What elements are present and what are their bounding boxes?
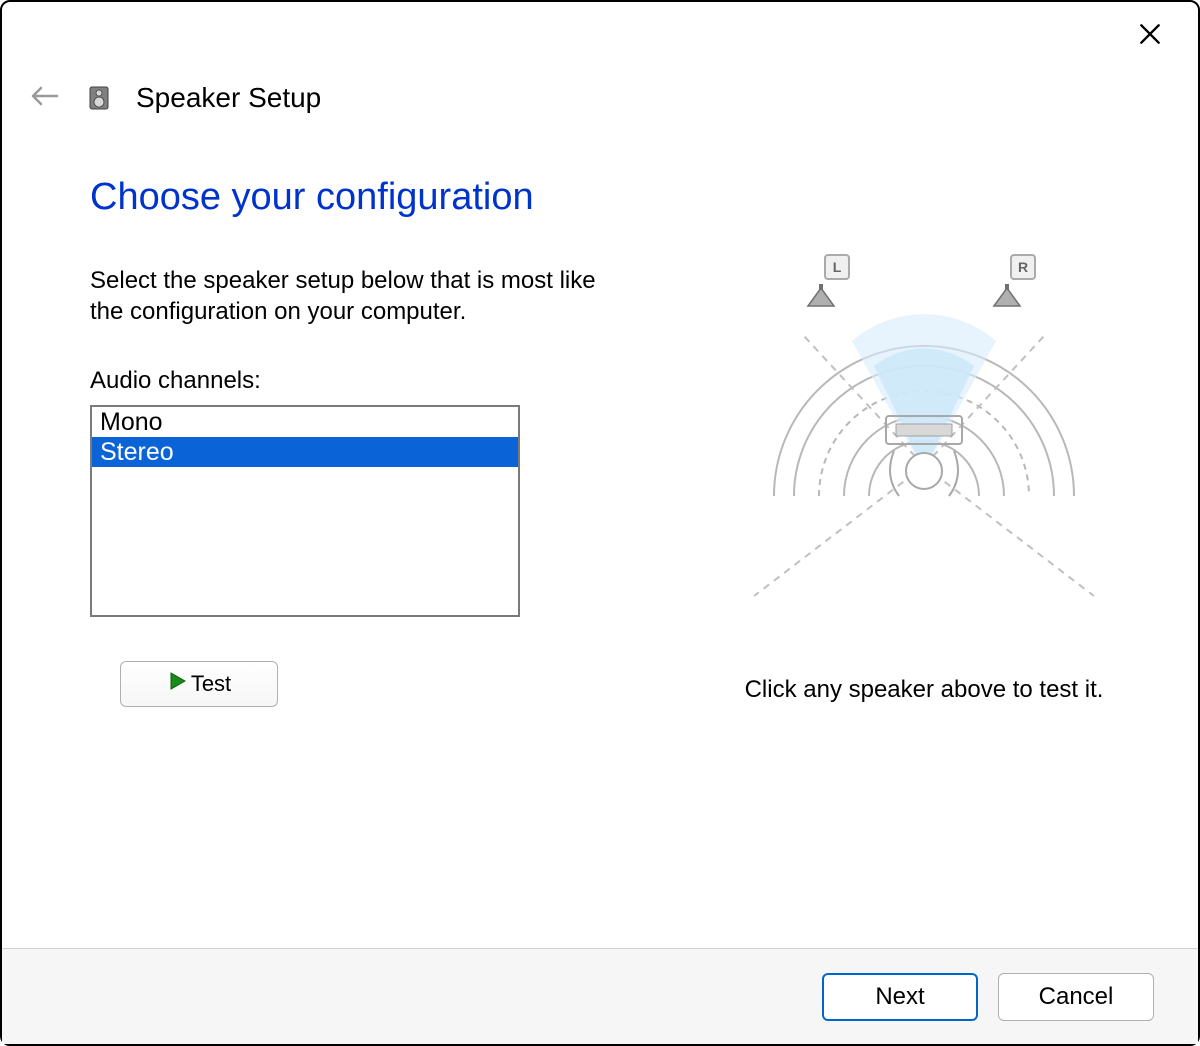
back-button[interactable] (26, 80, 62, 116)
test-button-label: Test (191, 671, 231, 697)
arrow-left-icon (29, 84, 59, 113)
wizard-title: Speaker Setup (136, 82, 321, 114)
speaker-setup-dialog: Speaker Setup Choose your configuration … (0, 0, 1200, 1046)
page-heading: Choose your configuration (90, 176, 650, 219)
cancel-button[interactable]: Cancel (998, 973, 1154, 1021)
wizard-content: Choose your configuration Select the spe… (2, 116, 1198, 948)
next-button-label: Next (875, 983, 924, 1010)
channels-label: Audio channels: (90, 367, 650, 395)
channel-option[interactable]: Stereo (92, 437, 518, 467)
right-speaker-badge: R (1010, 254, 1036, 280)
page-description: Select the speaker setup below that is m… (90, 265, 630, 327)
speaker-setup-icon (84, 83, 114, 113)
speaker-layout-diagram: L R (734, 246, 1114, 606)
cancel-button-label: Cancel (1039, 983, 1114, 1010)
next-button[interactable]: Next (822, 973, 978, 1021)
channel-option[interactable]: Mono (92, 407, 518, 437)
wizard-footer: Next Cancel (2, 948, 1198, 1044)
left-speaker-badge: L (824, 254, 850, 280)
diagram-hint: Click any speaker above to test it. (745, 676, 1104, 704)
test-button[interactable]: Test (120, 661, 278, 707)
wizard-header: Speaker Setup (2, 2, 1198, 116)
audio-channels-listbox[interactable]: MonoStereo (90, 405, 520, 617)
close-button[interactable] (1130, 16, 1170, 56)
close-icon (1137, 21, 1163, 52)
play-icon (167, 671, 187, 697)
right-speaker[interactable] (992, 284, 1022, 308)
left-speaker[interactable] (806, 284, 836, 308)
